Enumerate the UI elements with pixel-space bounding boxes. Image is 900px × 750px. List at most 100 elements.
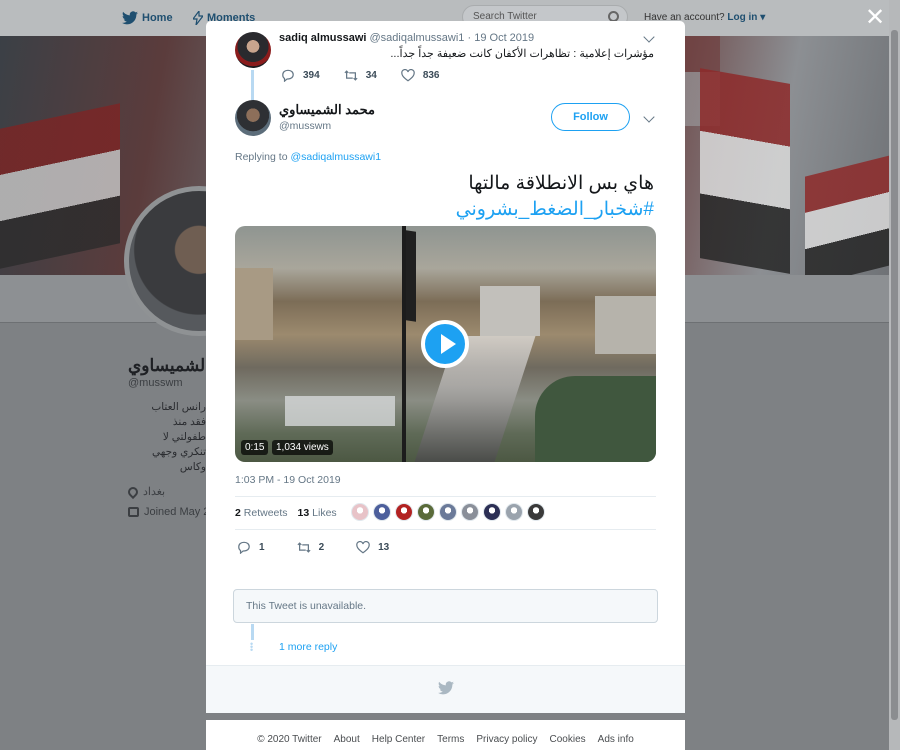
video-scene bbox=[480, 286, 540, 336]
parent-tweet-avatar[interactable] bbox=[235, 32, 271, 68]
video-scene bbox=[595, 296, 656, 354]
login-link[interactable]: Log in bbox=[727, 12, 757, 23]
location-pin-icon bbox=[125, 484, 141, 499]
profile-handle: @musswm bbox=[128, 377, 183, 389]
like-count: 836 bbox=[422, 70, 440, 81]
liker-avatars bbox=[351, 503, 545, 521]
lightning-icon bbox=[193, 11, 203, 25]
nav-home-label: Home bbox=[142, 12, 173, 24]
replying-to: Replying to @sadiqalmussawi1 bbox=[235, 151, 381, 163]
replying-to-link[interactable]: @sadiqalmussawi1 bbox=[290, 151, 381, 163]
footer-link-terms[interactable]: Terms bbox=[437, 734, 464, 750]
scrollbar-thumb[interactable] bbox=[891, 30, 898, 720]
tweet-timestamp[interactable]: 1:03 PM - 19 Oct 2019 bbox=[235, 474, 341, 486]
liker-avatar[interactable] bbox=[417, 503, 435, 521]
parent-tweet-text: مؤشرات إعلامية : تظاهرات الأكفان كانت ضع… bbox=[390, 48, 654, 60]
video-scene bbox=[406, 230, 416, 322]
liker-avatar[interactable] bbox=[373, 503, 391, 521]
likes-stat-count: 13 bbox=[297, 507, 310, 519]
tweet-author-name[interactable]: محمد الشميساوي bbox=[279, 102, 375, 118]
liker-avatar[interactable] bbox=[527, 503, 545, 521]
retweet-count: 34 bbox=[365, 70, 377, 81]
profile-location: بغداد bbox=[125, 484, 166, 499]
tweet-video[interactable]: 0:15 1,034 views bbox=[235, 226, 656, 462]
more-replies-link[interactable]: 1 more reply bbox=[279, 641, 337, 653]
banner-flag bbox=[805, 155, 890, 275]
liker-avatar[interactable] bbox=[395, 503, 413, 521]
like-button[interactable]: 13 bbox=[356, 541, 389, 554]
tweet-body: هاي بس الانطلاقة مالتها bbox=[468, 173, 654, 194]
liker-avatar[interactable] bbox=[439, 503, 457, 521]
tweet-hashtag[interactable]: #شخبار_الضغط_بشروني bbox=[456, 197, 654, 223]
chevron-down-icon[interactable] bbox=[643, 111, 655, 123]
like-count: 13 bbox=[378, 542, 390, 553]
thread-line bbox=[251, 70, 254, 103]
thread-line bbox=[251, 624, 254, 640]
footer-link-about[interactable]: About bbox=[334, 734, 360, 750]
retweet-icon bbox=[344, 70, 358, 81]
tweet-author-avatar[interactable] bbox=[235, 100, 271, 136]
video-scene bbox=[235, 268, 273, 340]
parent-tweet-name[interactable]: sadiq almussawi bbox=[279, 32, 366, 44]
banner-flag bbox=[0, 103, 120, 269]
reply-button[interactable]: 394 bbox=[281, 69, 320, 82]
footer-copyright: © 2020 Twitter bbox=[257, 734, 322, 745]
tweet-text: هاي بس الانطلاقة مالتها #شخبار_الضغط_بشر… bbox=[456, 171, 654, 223]
modal-footer bbox=[206, 665, 685, 713]
replying-prefix: Replying to bbox=[235, 151, 288, 163]
likes-stat[interactable]: 13 Likes bbox=[298, 507, 337, 519]
retweet-icon bbox=[297, 542, 311, 553]
parent-tweet-actions: 394 34 836 bbox=[281, 69, 440, 82]
reply-count: 1 bbox=[259, 542, 265, 553]
unavailable-tweet: This Tweet is unavailable. bbox=[233, 589, 658, 623]
tweet-stats: 2 Retweets 13 Likes bbox=[235, 507, 337, 519]
liker-avatar[interactable] bbox=[461, 503, 479, 521]
like-button[interactable]: 836 bbox=[401, 69, 440, 82]
modal-separator bbox=[206, 713, 685, 720]
heart-icon bbox=[356, 541, 370, 554]
banner-flag bbox=[700, 68, 790, 274]
reply-count: 394 bbox=[303, 70, 320, 81]
liker-avatar[interactable] bbox=[351, 503, 369, 521]
divider bbox=[235, 496, 656, 497]
footer-link-cookies[interactable]: Cookies bbox=[550, 734, 586, 750]
thread-dots: • • • bbox=[250, 639, 254, 655]
video-duration: 0:15 bbox=[241, 440, 269, 455]
video-scene bbox=[285, 396, 395, 426]
twitter-bird-icon bbox=[438, 681, 454, 695]
parent-tweet-handle[interactable]: @sadiqalmussawi1 bbox=[370, 32, 465, 44]
twitter-bird-icon bbox=[122, 11, 138, 25]
profile-location-text: بغداد bbox=[143, 486, 166, 498]
close-icon[interactable]: ✕ bbox=[864, 6, 886, 30]
footer-link-privacy[interactable]: Privacy policy bbox=[476, 734, 537, 750]
profile-joined-text: Joined May 2 bbox=[144, 506, 210, 518]
retweet-button[interactable]: 2 bbox=[297, 541, 325, 554]
page-scrollbar[interactable] bbox=[889, 0, 900, 750]
reply-button[interactable]: 1 bbox=[237, 541, 265, 554]
nav-home[interactable]: Home bbox=[122, 11, 173, 25]
profile-joined: Joined May 2 bbox=[128, 506, 209, 518]
retweets-stat[interactable]: 2 Retweets bbox=[235, 507, 288, 519]
tweet-author-handle[interactable]: @musswm bbox=[279, 120, 331, 132]
likes-stat-label: Likes bbox=[312, 507, 337, 519]
page-footer: © 2020 Twitter About Help Center Terms P… bbox=[206, 720, 685, 750]
play-button[interactable] bbox=[421, 320, 469, 368]
reply-icon bbox=[282, 69, 294, 82]
retweets-stat-count: 2 bbox=[235, 507, 241, 519]
chevron-down-icon: ▾ bbox=[760, 12, 766, 23]
profile-name: الشميساوي bbox=[128, 356, 210, 375]
follow-button[interactable]: Follow bbox=[551, 103, 630, 131]
parent-tweet-date[interactable]: · 19 Oct 2019 bbox=[468, 32, 535, 44]
liker-avatar[interactable] bbox=[483, 503, 501, 521]
footer-link-help[interactable]: Help Center bbox=[372, 734, 425, 750]
reply-icon bbox=[238, 541, 250, 554]
retweet-button[interactable]: 34 bbox=[344, 69, 377, 82]
chevron-down-icon[interactable] bbox=[643, 31, 655, 43]
divider bbox=[235, 529, 656, 530]
retweet-count: 2 bbox=[318, 542, 325, 553]
calendar-icon bbox=[128, 507, 139, 517]
parent-tweet-header: sadiq almussawi @sadiqalmussawi1 · 19 Oc… bbox=[279, 32, 534, 44]
tweet-modal: sadiq almussawi @sadiqalmussawi1 · 19 Oc… bbox=[206, 21, 685, 713]
liker-avatar[interactable] bbox=[505, 503, 523, 521]
footer-link-ads[interactable]: Ads info bbox=[598, 734, 634, 750]
